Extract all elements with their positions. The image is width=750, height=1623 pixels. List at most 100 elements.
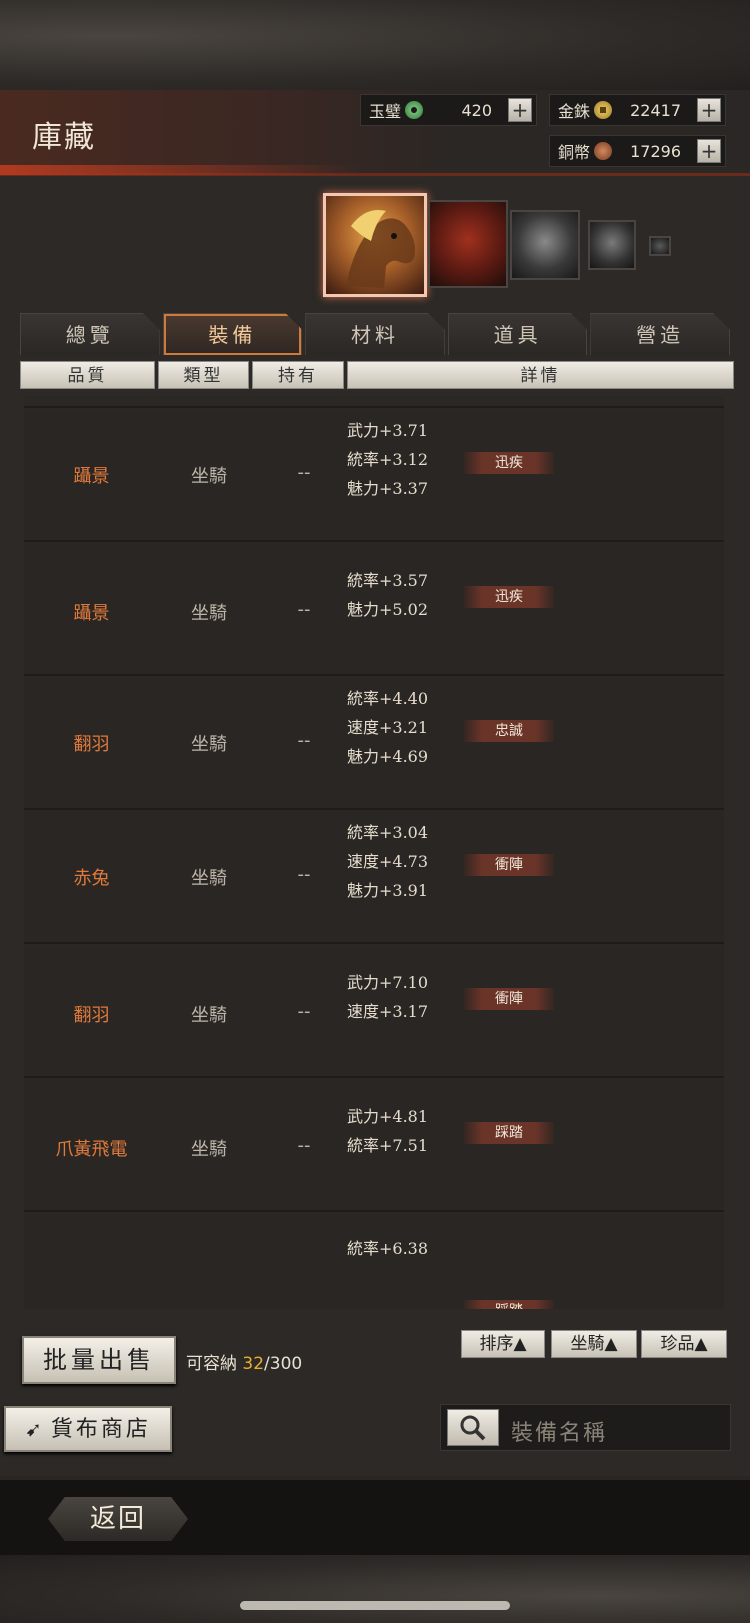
horse-thumbnail-gray-small[interactable] — [588, 220, 636, 270]
stat-line: 統率+3.57 — [347, 571, 429, 590]
tab-construction[interactable]: 營造 — [590, 313, 730, 355]
header-glow — [0, 165, 360, 175]
item-type: 坐騎 — [191, 734, 227, 755]
item-skill-tag: 衝陣 — [464, 854, 554, 876]
stat-line: 統率+3.12 — [347, 450, 429, 469]
item-skill-tag: 忠誠 — [464, 720, 554, 742]
stat-line: 魅力+3.91 — [347, 881, 429, 900]
item-skill-tag: 迅疾 — [464, 586, 554, 608]
list-item[interactable]: 統率+6.38 踩踏 — [24, 1214, 724, 1309]
item-name: 翻羽 — [73, 1005, 110, 1026]
category-tabs: 總覽 裝備 材料 道具 營造 — [20, 313, 730, 355]
capacity-text: 可容納 32/300 — [186, 1349, 302, 1374]
back-button[interactable]: 返回 — [48, 1497, 188, 1541]
item-stats: 武力+7.10 速度+3.17 — [347, 968, 467, 1026]
item-owner: -- — [297, 1001, 311, 1022]
col-details[interactable]: 詳情 — [347, 361, 734, 389]
bottom-decor — [0, 1555, 750, 1623]
search-field[interactable]: 裝備名稱 — [440, 1404, 731, 1451]
top-decor — [0, 0, 750, 90]
shop-arrow-icon: ➹ — [25, 1417, 45, 1441]
stat-line: 武力+4.81 — [347, 1107, 429, 1126]
currency-shop-label: 貨布商店 — [50, 1417, 151, 1442]
currency-jade: 玉璧 420 + — [360, 94, 537, 126]
item-type: 坐騎 — [191, 466, 227, 487]
copper-coin-icon — [594, 142, 613, 160]
list-item[interactable]: 爪黃飛電 坐騎 -- 武力+4.81 統率+7.51 踩踏 — [24, 1080, 724, 1212]
item-type: 坐騎 — [191, 1139, 227, 1160]
currency-gold: 金銖 22417 + — [549, 94, 726, 126]
filter-rare-button[interactable]: 珍品▲ — [641, 1330, 727, 1358]
currency-copper-label: 銅幣 — [558, 143, 591, 162]
col-quality[interactable]: 品質 — [20, 361, 155, 389]
stat-line: 統率+4.40 — [347, 689, 429, 708]
item-name: 赤兔 — [73, 868, 110, 889]
search-button[interactable] — [447, 1409, 499, 1446]
item-skill-tag: 迅疾 — [464, 452, 554, 474]
search-icon — [460, 1415, 486, 1441]
search-placeholder: 裝備名稱 — [511, 1421, 608, 1446]
horse-head-icon — [346, 210, 415, 288]
horse-thumbnail-red[interactable] — [428, 200, 508, 288]
gold-coin-icon — [594, 101, 613, 119]
item-type: 坐騎 — [191, 868, 227, 889]
page-title: 庫藏 — [32, 120, 96, 155]
filter-mount-button[interactable]: 坐騎▲ — [551, 1330, 637, 1358]
col-owner[interactable]: 持有 — [252, 361, 344, 389]
list-item[interactable]: 赤兔 坐騎 -- 統率+3.04 速度+4.73 魅力+3.91 衝陣 — [24, 812, 724, 944]
item-name: 躡景 — [73, 466, 110, 487]
stat-line: 統率+3.04 — [347, 823, 429, 842]
stat-line: 魅力+5.02 — [347, 600, 429, 619]
add-gold-button[interactable]: + — [697, 98, 721, 122]
stat-line: 武力+7.10 — [347, 973, 429, 992]
sort-order-button[interactable]: 排序▲ — [461, 1330, 545, 1358]
tab-materials[interactable]: 材料 — [305, 313, 445, 355]
item-skill-tag: 踩踏 — [464, 1122, 554, 1144]
stat-line: 統率+7.51 — [347, 1136, 429, 1155]
tab-overview[interactable]: 總覽 — [20, 313, 160, 355]
item-stats: 武力+4.81 統率+7.51 — [347, 1102, 467, 1160]
column-headers: 品質 類型 持有 詳情 — [20, 361, 734, 389]
stat-line: 統率+6.38 — [347, 1239, 429, 1258]
horse-thumbnail-gray[interactable] — [510, 210, 580, 280]
list-item[interactable]: 翻羽 坐騎 -- 統率+4.40 速度+3.21 魅力+4.69 忠誠 — [24, 678, 724, 810]
item-owner: -- — [297, 462, 311, 483]
currency-jade-label: 玉璧 — [369, 102, 402, 121]
stat-line: 速度+3.21 — [347, 718, 429, 737]
item-name: 翻羽 — [73, 734, 110, 755]
add-copper-button[interactable]: + — [697, 139, 721, 163]
stat-line: 速度+3.17 — [347, 1002, 429, 1021]
currency-shop-button[interactable]: ➹ 貨布商店 — [4, 1406, 172, 1452]
horse-thumbnail-tiny[interactable] — [649, 236, 671, 256]
currency-copper-value: 17296 — [630, 141, 681, 161]
item-stats: 統率+3.57 魅力+5.02 — [347, 566, 467, 624]
bulk-sell-button[interactable]: 批量出售 — [22, 1336, 176, 1384]
add-jade-button[interactable]: + — [508, 98, 532, 122]
item-name: 爪黃飛電 — [55, 1139, 128, 1160]
item-name: 躡景 — [73, 603, 110, 624]
list-item[interactable]: 躡景 坐騎 -- 武力+3.71 統率+3.12 魅力+3.37 迅疾 — [24, 410, 724, 542]
item-skill-tag: 衝陣 — [464, 988, 554, 1010]
stat-line: 魅力+3.37 — [347, 479, 429, 498]
list-item[interactable]: 躡景 坐騎 -- 統率+3.57 魅力+5.02 迅疾 — [24, 544, 724, 676]
item-owner: -- — [297, 1135, 311, 1156]
horse-thumbnail-selected[interactable] — [323, 193, 427, 297]
col-type[interactable]: 類型 — [158, 361, 249, 389]
item-type: 坐騎 — [191, 603, 227, 624]
capacity-used: 32 — [242, 1354, 265, 1374]
item-stats: 統率+4.40 速度+3.21 魅力+4.69 — [347, 684, 467, 771]
list-top-edge — [24, 396, 724, 408]
tab-items[interactable]: 道具 — [447, 313, 588, 355]
list-item[interactable]: 翻羽 坐騎 -- 武力+7.10 速度+3.17 衝陣 — [24, 946, 724, 1078]
tab-equipment[interactable]: 裝備 — [162, 313, 303, 355]
stat-line: 武力+3.71 — [347, 421, 429, 440]
item-owner: -- — [297, 730, 311, 751]
stat-line: 魅力+4.69 — [347, 747, 429, 766]
home-indicator[interactable] — [240, 1601, 510, 1610]
equipment-list[interactable]: 躡景 坐騎 -- 武力+3.71 統率+3.12 魅力+3.37 迅疾 躡景 坐… — [24, 396, 724, 1309]
currency-gold-label: 金銖 — [558, 102, 591, 121]
item-owner: -- — [297, 864, 311, 885]
item-stats: 武力+3.71 統率+3.12 魅力+3.37 — [347, 416, 467, 503]
item-stats: 統率+6.38 — [347, 1234, 467, 1263]
item-owner: -- — [297, 599, 311, 620]
